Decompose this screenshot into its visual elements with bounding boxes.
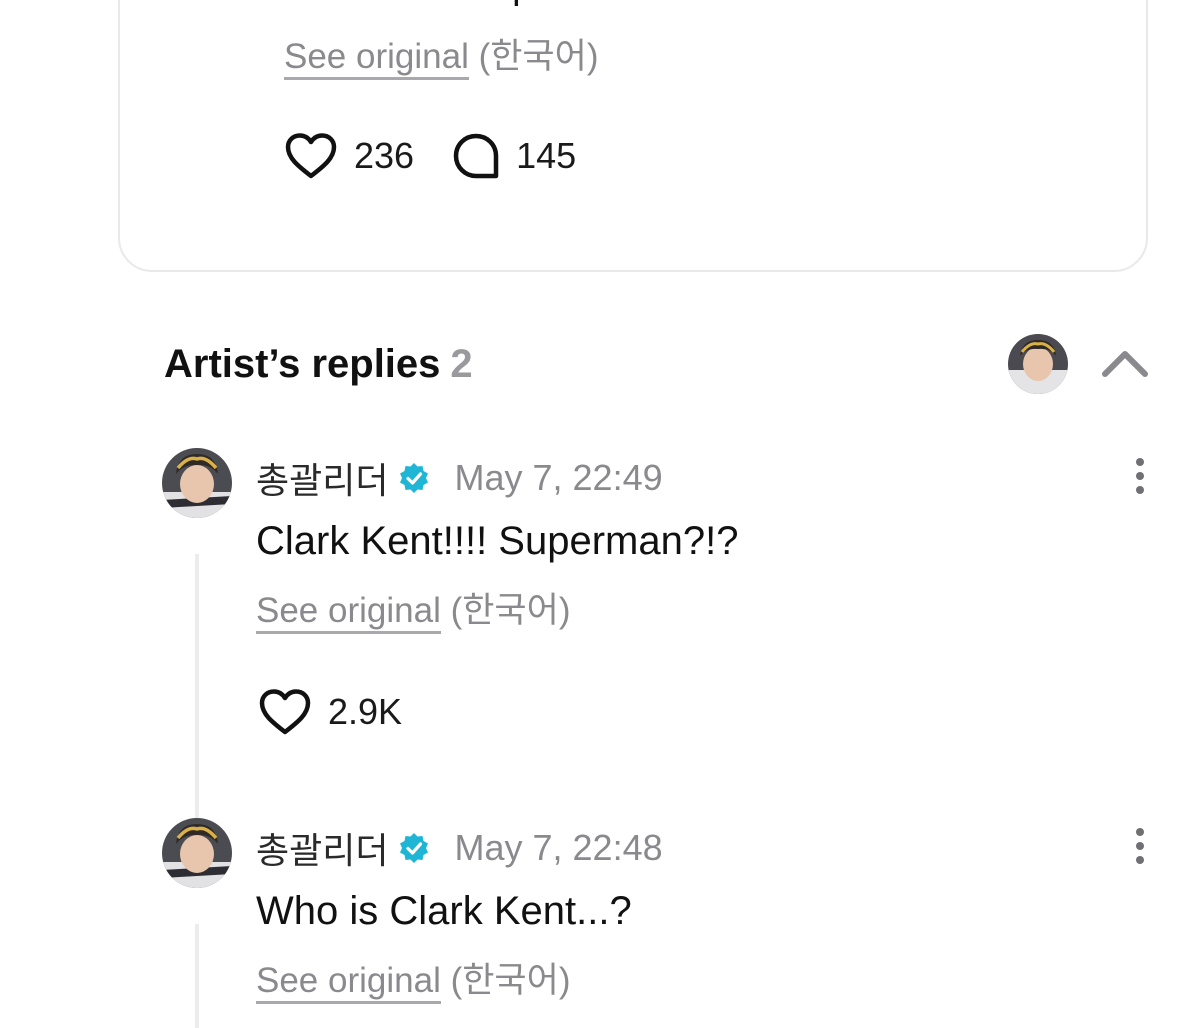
reply-author-avatar[interactable] bbox=[162, 448, 232, 518]
like-count: 2.9K bbox=[328, 691, 403, 732]
artist-replies-header: Artist’s replies 2 bbox=[164, 340, 473, 388]
reply-meta: 총괄리더 May 7, 22:48 bbox=[256, 822, 663, 874]
reply-text: Clark Kent!!!! Superman?!? bbox=[256, 519, 739, 563]
post-card: Is Clark Kent possible? See original (한국… bbox=[118, 0, 1148, 272]
post-translation-row: See original (한국어) bbox=[284, 36, 599, 80]
original-language-label: (한국어) bbox=[450, 591, 571, 630]
post-comment-button[interactable]: 145 bbox=[452, 132, 576, 180]
reply-author-name[interactable]: 총괄리더 bbox=[256, 822, 388, 874]
like-count: 236 bbox=[354, 135, 415, 176]
original-language-label: (한국어) bbox=[478, 37, 599, 76]
reply-translation-row: See original (한국어) bbox=[256, 960, 571, 1004]
artist-avatar[interactable] bbox=[1008, 334, 1068, 394]
speech-bubble-icon bbox=[453, 133, 499, 179]
vertical-ellipsis-icon[interactable] bbox=[1128, 456, 1152, 496]
reply-timestamp: May 7, 22:49 bbox=[454, 457, 663, 498]
post-like-button[interactable]: 236 bbox=[284, 132, 414, 180]
reply-text: Who is Clark Kent...? bbox=[256, 889, 632, 933]
post-stats: 236 145 bbox=[284, 132, 614, 180]
reply-translation-row: See original (한국어) bbox=[256, 590, 571, 634]
artist-replies-title: Artist’s replies bbox=[164, 342, 441, 386]
original-language-label: (한국어) bbox=[450, 961, 571, 1000]
reply-meta: 총괄리더 May 7, 22:49 bbox=[256, 452, 663, 504]
see-original-link[interactable]: See original bbox=[256, 961, 441, 1004]
vertical-ellipsis-icon[interactable] bbox=[1128, 826, 1152, 866]
post-text: Is Clark Kent possible? bbox=[284, 0, 673, 8]
community-post-page: Is Clark Kent possible? See original (한국… bbox=[0, 0, 1200, 1028]
reply-author-avatar[interactable] bbox=[162, 818, 232, 888]
chevron-up-icon[interactable] bbox=[1100, 344, 1150, 384]
thread-line bbox=[195, 924, 199, 1028]
heart-icon bbox=[259, 689, 311, 735]
reply-stats: 2.9K bbox=[258, 688, 440, 736]
artist-replies-count: 2 bbox=[450, 342, 473, 386]
verified-badge-icon bbox=[400, 833, 429, 863]
heart-icon bbox=[285, 133, 337, 179]
comment-count: 145 bbox=[516, 135, 577, 176]
reply-author-name[interactable]: 총괄리더 bbox=[256, 452, 388, 504]
reply-like-button[interactable]: 2.9K bbox=[258, 688, 402, 736]
see-original-link[interactable]: See original bbox=[284, 37, 469, 80]
see-original-link[interactable]: See original bbox=[256, 591, 441, 634]
verified-badge-icon bbox=[400, 463, 429, 493]
reply-timestamp: May 7, 22:48 bbox=[454, 827, 663, 868]
